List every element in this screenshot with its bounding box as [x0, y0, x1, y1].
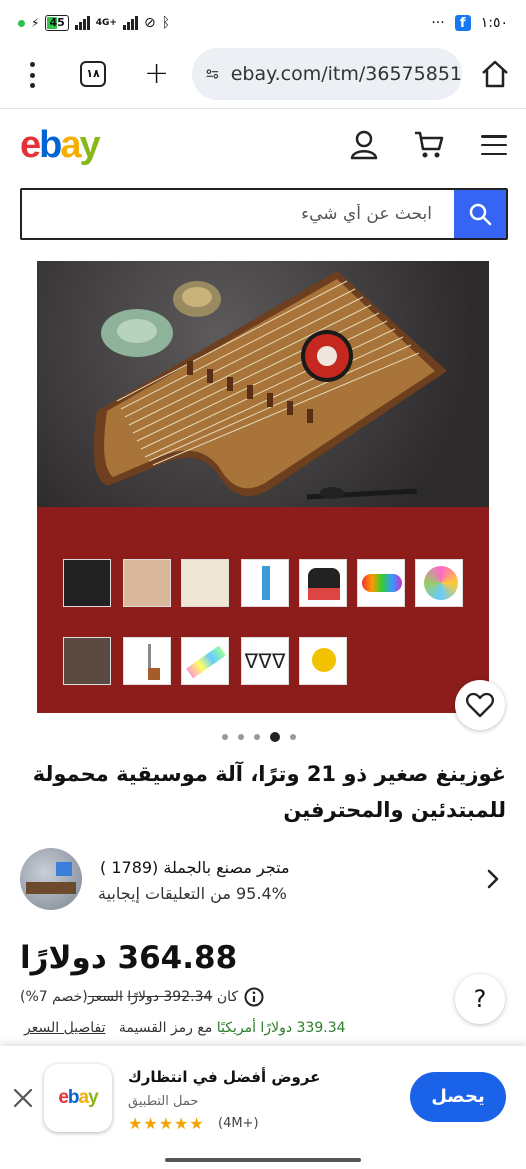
review-count: (4M+): [218, 1116, 259, 1131]
hotspot-icon: ⊘: [143, 15, 156, 31]
accessory-thumb: [299, 637, 347, 685]
search-input[interactable]: [22, 190, 454, 238]
banner-subtitle: حمل التطبيق: [128, 1094, 199, 1109]
network-type: 4G+: [95, 17, 117, 28]
product-image[interactable]: ᐁᐁᐁ: [37, 261, 489, 713]
clock: ١:٥٠: [480, 15, 508, 31]
help-button[interactable]: ?: [455, 974, 505, 1024]
coupon-price: 339.34 دولارًا أمريكيًا: [216, 1020, 346, 1036]
discount-text: كان 392.34 دولارًا السعر(خصم 7%): [20, 989, 238, 1005]
carousel-dot-active[interactable]: [270, 732, 280, 742]
seller-avatar: [20, 848, 82, 910]
carousel-indicator: [222, 732, 296, 742]
get-app-button[interactable]: يحصل: [410, 1072, 506, 1122]
browser-toolbar: ١٨ + ebay.com/itm/36575851: [0, 46, 526, 104]
was-suffix: كان: [216, 989, 239, 1005]
cart-icon[interactable]: [414, 130, 444, 160]
accessory-thumb: [63, 559, 111, 607]
signal-icon: [74, 16, 90, 30]
accessories-grid: ᐁᐁᐁ: [37, 507, 489, 713]
search-button[interactable]: [454, 190, 506, 238]
price-details-link[interactable]: تفاصيل السعر: [24, 1020, 106, 1036]
coupon-price-row: 339.34 دولارًا أمريكيًا مع رمز القسيمة ت…: [24, 1020, 346, 1036]
new-tab-icon[interactable]: +: [144, 59, 169, 89]
info-icon[interactable]: [244, 987, 264, 1007]
accessory-thumb: [357, 559, 405, 607]
accessory-thumb: [181, 559, 229, 607]
user-icon[interactable]: [350, 130, 378, 160]
charging-icon: ⚡: [31, 16, 40, 30]
ebay-app-icon[interactable]: ebay: [44, 1064, 112, 1132]
heart-icon: [466, 692, 494, 718]
more-notifications-icon: ···: [431, 15, 445, 31]
chevron-right-icon[interactable]: [486, 868, 500, 890]
site-settings-icon[interactable]: [206, 65, 219, 83]
search-icon: [469, 203, 492, 226]
accessory-thumb: [299, 559, 347, 607]
seller-name[interactable]: متجر مصنع بالجملة (1789 ): [100, 858, 290, 877]
accessory-thumb: [123, 559, 171, 607]
battery-icon: 45: [45, 15, 69, 31]
toolbar-divider: [0, 108, 526, 109]
coupon-prefix: مع رمز القسيمة: [118, 1020, 213, 1036]
close-icon[interactable]: [12, 1087, 34, 1109]
watchlist-button[interactable]: [455, 680, 505, 730]
carousel-dot[interactable]: [238, 734, 244, 740]
accessory-thumb: [123, 637, 171, 685]
address-bar[interactable]: ebay.com/itm/36575851: [192, 48, 462, 100]
accessory-thumb: [181, 637, 229, 685]
carousel-dot[interactable]: [222, 734, 228, 740]
site-header: ebay: [0, 110, 526, 182]
discount-row: كان 392.34 دولارًا السعر(خصم 7%): [20, 985, 320, 1009]
hamburger-menu-icon[interactable]: [481, 135, 507, 155]
was-price: 392.34 دولارًا: [127, 989, 213, 1005]
discount-percent: (خصم 7%): [20, 989, 88, 1005]
product-title: غوزينغ صغير ذو 21 وترًا، آلة موسيقية محم…: [32, 762, 506, 822]
tab-switcher-button[interactable]: ١٨: [80, 61, 106, 87]
search-bar: [20, 188, 508, 240]
accessory-thumb: [415, 559, 463, 607]
accessory-thumb: ᐁᐁᐁ: [241, 637, 289, 685]
bluetooth-icon: ᛒ: [161, 15, 171, 31]
accessory-thumb: [241, 559, 289, 607]
home-indicator[interactable]: [165, 1158, 361, 1162]
signal-icon-2: [122, 16, 138, 30]
was-label: السعر: [87, 989, 123, 1005]
guzheng-photo: [37, 261, 489, 507]
rating-stars-icon: ★★★★★: [128, 1114, 205, 1133]
accessory-thumb: [63, 637, 111, 685]
url-text: ebay.com/itm/36575851: [230, 63, 462, 85]
banner-title: عروض أفضل في انتظارك: [128, 1068, 321, 1086]
carousel-dot[interactable]: [290, 734, 296, 740]
ebay-logo[interactable]: ebay: [20, 124, 101, 167]
carousel-dot[interactable]: [254, 734, 260, 740]
seller-feedback: 95.4% من التعليقات إيجابية: [98, 884, 287, 903]
home-icon[interactable]: [480, 60, 510, 88]
app-install-banner: ebay عروض أفضل في انتظارك حمل التطبيق ★★…: [0, 1046, 526, 1169]
seller-card[interactable]: متجر مصنع بالجملة (1789 ) 95.4% من التعل…: [20, 846, 510, 912]
notification-dot-icon: [18, 19, 25, 27]
current-price: 364.88 دولارًا: [20, 940, 238, 976]
browser-menu-icon[interactable]: [24, 62, 40, 88]
facebook-icon: f: [454, 15, 471, 31]
status-bar: ⚡ 45 4G+ ⊘ ᛒ ··· f ١:٥٠: [0, 0, 526, 46]
